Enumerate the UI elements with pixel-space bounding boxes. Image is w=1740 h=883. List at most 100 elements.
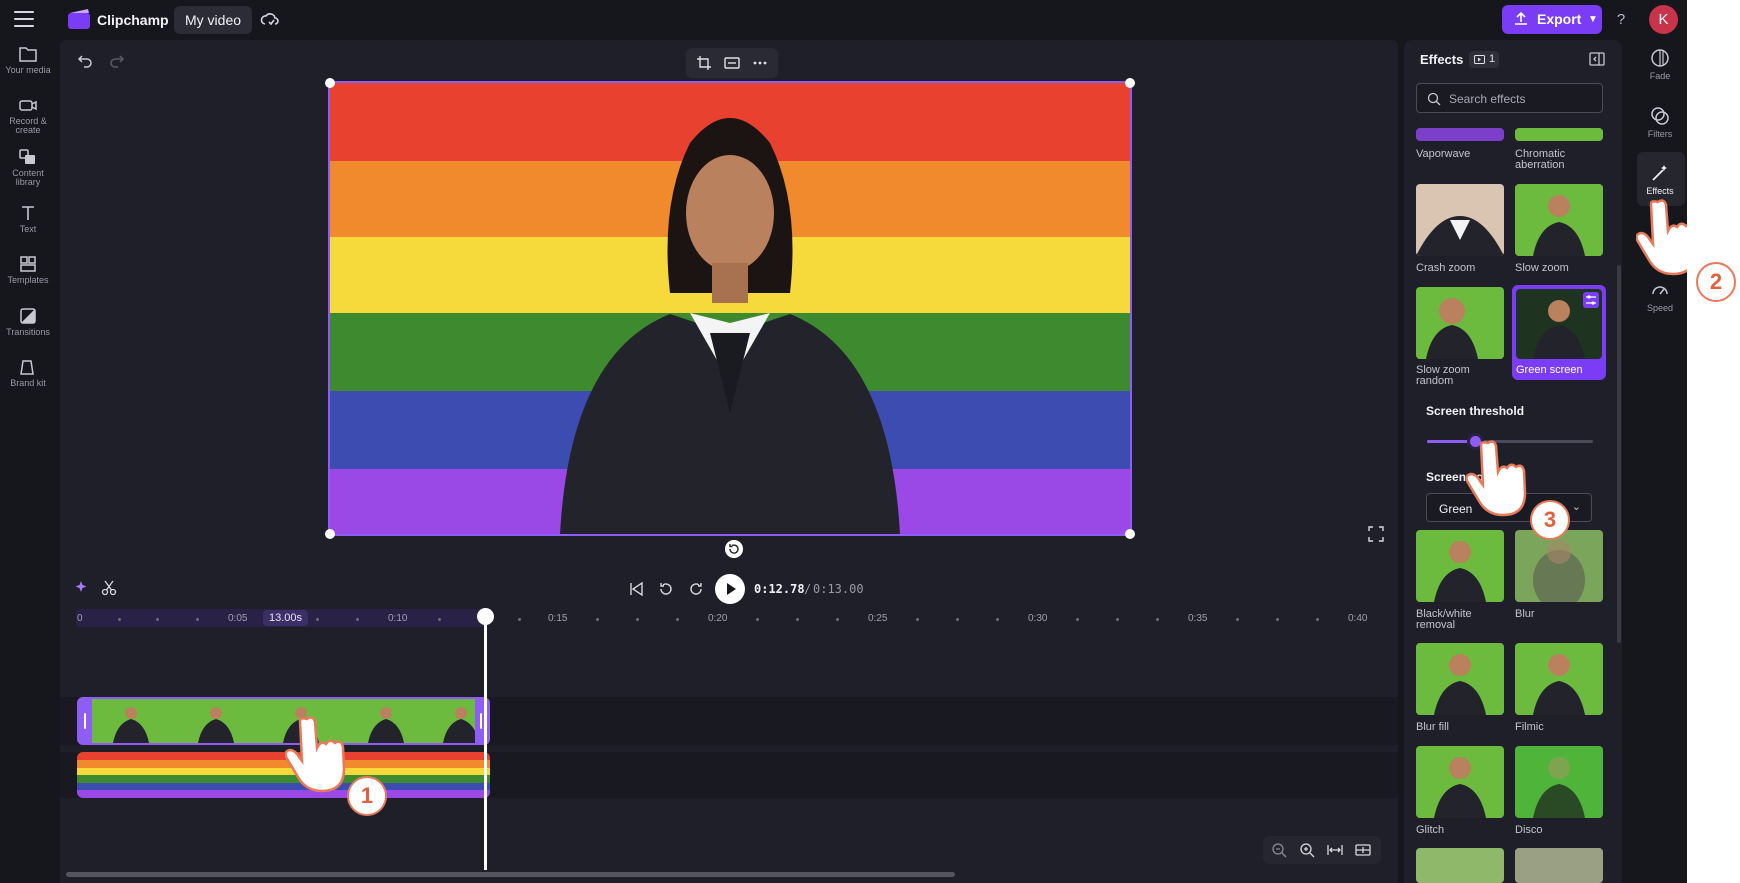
zoom-out-icon[interactable]	[1271, 842, 1287, 858]
flag-clip-stripe	[77, 775, 490, 783]
rainbow-flag-clip[interactable]	[77, 752, 490, 798]
effect-thumb-glitch[interactable]	[1416, 746, 1504, 818]
step-badge-2: 2	[1696, 262, 1736, 302]
effect-thumb-filmic[interactable]	[1515, 643, 1603, 715]
collapse-panel-icon[interactable]	[1589, 51, 1605, 67]
ruler-tick	[916, 618, 919, 621]
fit-icon[interactable]	[724, 55, 740, 71]
ruler-tick	[636, 618, 639, 621]
presenter-image	[1434, 654, 1486, 715]
help-icon[interactable]: ?	[1612, 11, 1630, 29]
cloud-sync-icon[interactable]	[260, 10, 280, 30]
play-button[interactable]	[715, 574, 745, 604]
total-time: 0:13.00	[813, 582, 864, 596]
project-title[interactable]: My video	[174, 6, 253, 34]
rail-speed[interactable]: Speed	[1632, 280, 1687, 313]
skip-to-start-icon[interactable]	[627, 580, 645, 598]
ruler-tick-label: 0:20	[708, 613, 728, 624]
rail-fade[interactable]: Fade	[1632, 48, 1687, 81]
effect-thumb-black-white-removal[interactable]	[1416, 530, 1504, 602]
undo-icon[interactable]	[75, 52, 93, 70]
ruler-tick	[1076, 618, 1079, 621]
effect-thumb-blur-fill[interactable]	[1416, 643, 1504, 715]
rail-effects[interactable]: Effects	[1632, 163, 1687, 196]
rail-filters[interactable]: Filters	[1632, 106, 1687, 139]
rewind-5s-icon[interactable]	[657, 580, 675, 598]
effect-settings-icon[interactable]	[1583, 292, 1599, 308]
top-bar: Clipchamp My video Export ▼ ? K	[0, 0, 1687, 40]
flag-clip-stripe	[77, 783, 490, 790]
ruler-tick	[1156, 618, 1159, 621]
effects-panel-scrollbar[interactable]	[1617, 265, 1621, 643]
effect-thumb-slow-zoom-random[interactable]	[1416, 287, 1504, 359]
selection-duration-badge: 13.00s	[263, 610, 309, 626]
effect-thumb-vaporwave[interactable]	[1416, 128, 1504, 141]
export-button[interactable]: Export ▼	[1502, 5, 1602, 34]
menu-icon[interactable]	[14, 11, 34, 27]
fullscreen-icon[interactable]	[1368, 526, 1384, 542]
applied-effects-badge: 1	[1469, 51, 1499, 68]
current-time: 0:12.78	[754, 582, 805, 596]
flag-clip-stripe	[77, 760, 490, 768]
resize-handle-bottom-left[interactable]	[325, 529, 335, 539]
ruler-tick-label: 0:40	[1348, 613, 1368, 624]
search-effects-input[interactable]: Search effects	[1416, 83, 1603, 113]
effect-thumb-next[interactable]	[1416, 848, 1504, 883]
video-preview[interactable]	[328, 81, 1132, 536]
playhead[interactable]	[484, 618, 487, 870]
resize-handle-top-right[interactable]	[1125, 78, 1135, 88]
context-toolbar	[686, 48, 778, 78]
nav-text[interactable]: Text	[0, 204, 56, 234]
effect-thumb-blur[interactable]	[1515, 530, 1603, 602]
effect-thumb-crash-zoom[interactable]	[1416, 184, 1504, 256]
brand-kit-icon	[20, 360, 34, 375]
ruler-tick	[438, 618, 441, 621]
trim-handle-left[interactable]	[79, 699, 92, 743]
more-options-icon[interactable]	[752, 55, 768, 71]
timeline-horizontal-scrollbar[interactable]	[66, 872, 955, 877]
resize-handle-bottom-right[interactable]	[1125, 529, 1135, 539]
redo-icon[interactable]	[109, 52, 127, 70]
nav-transitions[interactable]: Transitions	[0, 307, 56, 337]
presenter-image	[1434, 757, 1486, 818]
forward-5s-icon[interactable]	[687, 580, 705, 598]
ruler-tick	[676, 618, 679, 621]
nav-content-library[interactable]: Content library	[0, 148, 56, 187]
rotate-handle-icon[interactable]	[725, 540, 743, 558]
ruler-tick	[196, 618, 199, 621]
presenter-image	[1533, 654, 1585, 715]
timeline-view-icon[interactable]	[1355, 842, 1371, 858]
nav-brand-kit[interactable]: Brand kit	[0, 358, 56, 388]
zoom-in-icon[interactable]	[1299, 842, 1315, 858]
ruler-tick	[1236, 618, 1239, 621]
effect-label-selected: Green screen	[1516, 364, 1583, 376]
ruler-tick	[756, 618, 759, 621]
avatar[interactable]: K	[1649, 5, 1678, 34]
presenter-image	[1533, 757, 1585, 818]
ruler-tick	[956, 618, 959, 621]
green-screen-clip[interactable]	[77, 697, 490, 745]
fade-icon	[1651, 49, 1669, 67]
effect-thumb-slow-zoom[interactable]	[1515, 184, 1603, 256]
ruler-tick	[356, 618, 359, 621]
ruler-tick	[596, 618, 599, 621]
effect-thumb-disco[interactable]	[1515, 746, 1603, 818]
magic-sparkle-icon[interactable]	[73, 580, 89, 596]
split-scissors-icon[interactable]	[101, 580, 117, 596]
effect-label: Slow zoom	[1515, 262, 1569, 274]
ruler-tick	[836, 618, 839, 621]
effect-label: Black/white removal	[1416, 608, 1472, 631]
nav-your-media[interactable]: Your media	[0, 45, 56, 75]
playhead-handle[interactable]	[477, 608, 494, 625]
fit-timeline-icon[interactable]	[1327, 842, 1343, 858]
upload-icon	[1515, 12, 1527, 25]
flag-clip-stripe	[77, 790, 490, 798]
resize-handle-top-left[interactable]	[325, 78, 335, 88]
crop-icon[interactable]	[696, 55, 712, 71]
pointer-hand-icon	[285, 716, 346, 793]
effect-thumb-chromatic-aberration[interactable]	[1515, 128, 1603, 141]
effect-thumb-next[interactable]	[1515, 848, 1603, 883]
ruler-tick-label: 0:30	[1028, 613, 1048, 624]
nav-templates[interactable]: Templates	[0, 255, 56, 285]
nav-record-create[interactable]: Record & create	[0, 96, 56, 135]
